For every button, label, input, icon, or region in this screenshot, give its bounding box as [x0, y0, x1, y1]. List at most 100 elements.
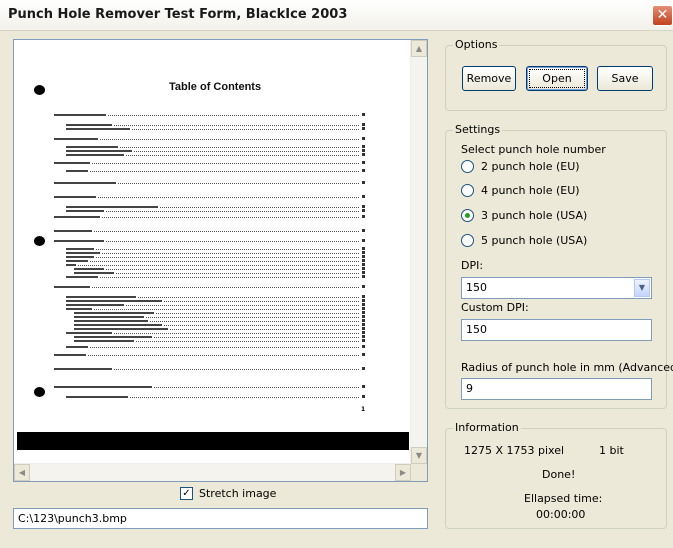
dpi-label: DPI:: [461, 259, 484, 272]
radio-button[interactable]: [461, 234, 474, 247]
radio-button[interactable]: [461, 160, 474, 173]
toc-entry-line: [66, 303, 365, 306]
vertical-scrollbar[interactable]: ▲ ▼: [410, 40, 427, 464]
elapsed-label: Ellapsed time:: [524, 492, 603, 505]
punch-hole-mark: [34, 85, 45, 95]
punch-hole-mark: [34, 387, 45, 397]
toc-entry-line: [54, 285, 365, 288]
radio-label: 3 punch hole (USA): [481, 209, 588, 222]
document-page-title: Table of Contents: [169, 81, 262, 93]
toc-entry-line: [74, 327, 365, 330]
scrollbar-corner: [411, 464, 427, 481]
toc-entry-line: [66, 255, 365, 258]
file-path-field[interactable]: C:\123\punch3.bmp: [13, 508, 428, 529]
bit-depth: 1 bit: [599, 444, 624, 457]
image-dimensions: 1275 X 1753 pixel: [464, 444, 565, 457]
toc-entry-line: [54, 229, 365, 232]
toc-entry-line: [74, 311, 365, 314]
scroll-down-icon: ▼: [415, 451, 423, 460]
toc-entry-line: [54, 113, 365, 116]
toc-entry-line: [54, 195, 365, 198]
checkmark-icon: ✓: [182, 488, 191, 499]
toc-entry-line: [66, 345, 365, 348]
toc-entry-line: [74, 271, 365, 274]
toc-entry-line: [66, 331, 365, 334]
scroll-up-icon: ▲: [415, 44, 423, 53]
toc-entry-line: [74, 323, 365, 326]
settings-legend: Settings: [453, 123, 503, 136]
scanned-edge-bar: [17, 432, 409, 450]
image-viewer[interactable]: Table of Contents 1 ▲ ▼ ◀ ▶: [13, 39, 428, 482]
window-title: Punch Hole Remover Test Form, BlackIce 2…: [8, 7, 348, 22]
chevron-down-icon: ▼: [638, 283, 646, 292]
title-bar: Punch Hole Remover Test Form, BlackIce 2…: [0, 0, 673, 31]
toc-entry-line: [66, 263, 365, 266]
information-legend: Information: [453, 421, 521, 434]
toc-entry-line: [74, 267, 365, 270]
horizontal-scrollbar[interactable]: ◀ ▶: [14, 463, 411, 481]
settings-group: Settings Select punch hole number 2 punc…: [445, 123, 673, 409]
document-page: Table of Contents 1: [14, 40, 411, 464]
custom-dpi-input[interactable]: 150: [461, 319, 652, 341]
toc-entry-line: [54, 353, 365, 356]
toc-entry-line: [74, 319, 365, 322]
radius-input[interactable]: 9: [461, 378, 652, 400]
custom-dpi-label: Custom DPI:: [461, 301, 529, 314]
remove-button[interactable]: Remove: [462, 66, 516, 91]
toc-entry-line: [54, 239, 365, 242]
punch-hole-mark: [34, 236, 45, 246]
toc-entry-line: [66, 123, 365, 126]
toc-entry-line: [66, 145, 365, 148]
toc-entry-line: [66, 299, 365, 302]
status-text: Done!: [542, 468, 576, 481]
toc-entry-line: [66, 295, 365, 298]
radio-label: 5 punch hole (USA): [481, 234, 588, 247]
toc-entry-line: [54, 367, 365, 370]
dpi-select[interactable]: 150 ▼: [461, 277, 652, 299]
radio-selected-dot: [465, 213, 470, 218]
scroll-right-icon: ▶: [399, 468, 407, 477]
radio-label: 2 punch hole (EU): [481, 160, 580, 173]
toc-entry-line: [66, 153, 365, 156]
toc-entry-line: [66, 275, 365, 278]
radio-label: 4 punch hole (EU): [481, 184, 580, 197]
toc-entry-line: [54, 385, 365, 388]
options-legend: Options: [453, 38, 500, 51]
radio-button-selected[interactable]: [461, 209, 474, 222]
toc-entry-line: [66, 169, 365, 172]
open-button[interactable]: Open: [526, 66, 588, 91]
scroll-up-button[interactable]: ▲: [411, 40, 427, 57]
toc-entry-line: [54, 215, 365, 218]
elapsed-value: 00:00:00: [536, 508, 586, 521]
stretch-image-checkbox[interactable]: ✓: [180, 487, 193, 500]
information-group: Information 1275 X 1753 pixel 1 bit Done…: [445, 421, 667, 529]
toc-entry-line: [66, 209, 365, 212]
toc-entry-line: [66, 259, 365, 262]
radius-label: Radius of punch hole in mm (Advanced): [461, 361, 673, 374]
scroll-left-icon: ◀: [18, 468, 26, 477]
dropdown-button[interactable]: ▼: [634, 279, 650, 297]
toc-entry-line: [66, 127, 365, 130]
scroll-down-button[interactable]: ▼: [411, 447, 427, 464]
stretch-image-label: Stretch image: [199, 487, 277, 500]
toc-entry-line: [74, 339, 365, 342]
toc-entry-line: [74, 315, 365, 318]
scroll-right-button[interactable]: ▶: [395, 464, 411, 481]
save-button[interactable]: Save: [597, 66, 653, 91]
toc-entry-line: [66, 251, 365, 254]
select-punch-hole-label: Select punch hole number: [461, 143, 606, 156]
toc-entry-line: [66, 395, 365, 398]
toc-entry-line: [74, 335, 365, 338]
close-icon: ✕: [656, 7, 669, 23]
toc-entry-line: [66, 205, 365, 208]
radio-button[interactable]: [461, 184, 474, 197]
close-button[interactable]: ✕: [652, 5, 673, 26]
toc-entry-line: [66, 307, 365, 310]
scroll-left-button[interactable]: ◀: [14, 464, 30, 481]
toc-entry-line: [54, 137, 365, 140]
options-group: Options Remove Open Save: [445, 38, 667, 111]
toc-entry-line: [66, 149, 365, 152]
dpi-select-value: 150: [466, 281, 487, 294]
toc-entry-line: [54, 161, 365, 164]
document-page-number: 1: [361, 406, 366, 413]
